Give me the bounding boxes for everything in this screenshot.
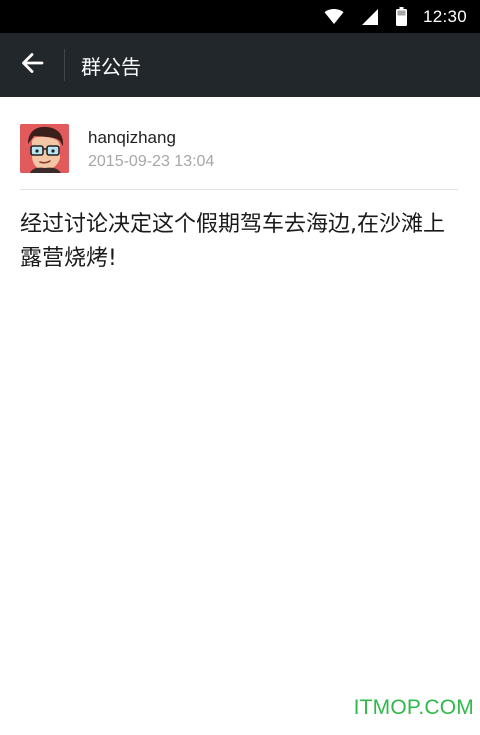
author-name[interactable]: hanqizhang bbox=[88, 127, 214, 149]
toolbar-divider bbox=[64, 49, 65, 81]
battery-icon bbox=[395, 7, 407, 26]
back-button[interactable] bbox=[0, 33, 64, 97]
clock: 12:30 bbox=[422, 6, 467, 26]
page-title: 群公告 bbox=[81, 54, 141, 79]
arrow-left-icon bbox=[20, 52, 44, 78]
signal-icon bbox=[361, 8, 378, 25]
announcement-body: 经过讨论决定这个假期驾车去海边,在沙滩上露营烧烤! bbox=[20, 212, 445, 271]
status-bar: 12:30 bbox=[0, 0, 480, 33]
announcement-header: hanqizhang 2015-09-23 13:04 bbox=[20, 124, 458, 190]
avatar[interactable] bbox=[20, 124, 69, 173]
action-bar: 群公告 bbox=[0, 33, 480, 97]
author-meta: hanqizhang 2015-09-23 13:04 bbox=[88, 124, 214, 189]
post-timestamp: 2015-09-23 13:04 bbox=[88, 153, 215, 170]
wifi-icon bbox=[324, 8, 344, 25]
site-watermark: ITMOP.COM bbox=[353, 696, 474, 719]
